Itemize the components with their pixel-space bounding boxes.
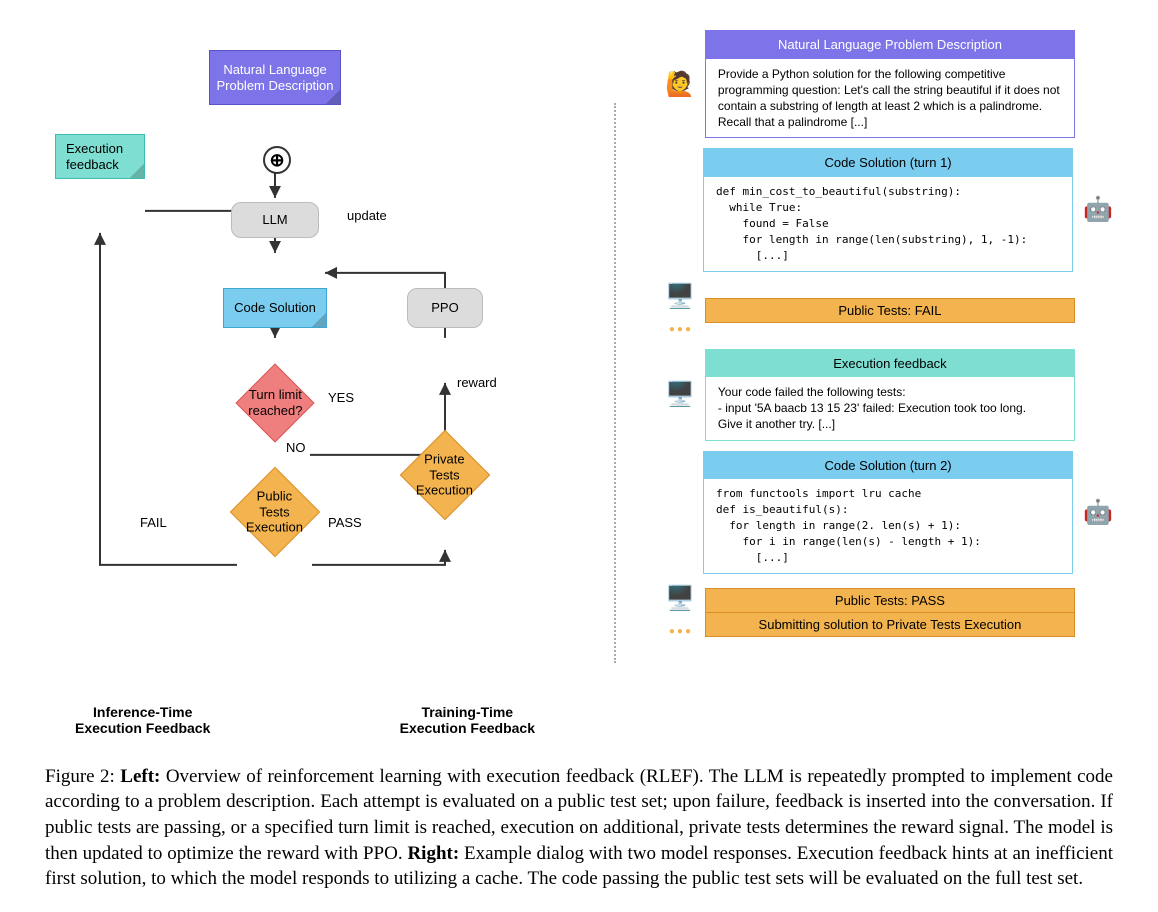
user-icon: 🙋: [665, 70, 695, 99]
caption-left-bold: Left:: [120, 766, 160, 787]
node-code-solution: Code Solution: [223, 288, 327, 328]
label-training-time: Training-Time Execution Feedback: [400, 704, 535, 736]
edge-pass: PASS: [328, 515, 362, 530]
combine-icon: ⊕: [263, 146, 291, 174]
bubble-turn2: Code Solution (turn 2) from functools im…: [703, 451, 1073, 574]
node-private-tests: Private Tests Execution: [400, 430, 491, 521]
vertical-divider: [614, 103, 616, 663]
bubble-turn1-head: Code Solution (turn 1): [704, 149, 1072, 177]
right-dialog: 🙋 Natural Language Problem Description P…: [665, 30, 1113, 736]
figure-caption: Figure 2: Left: Overview of reinforcemen…: [45, 764, 1113, 892]
monitor-icon: 🖥️●●●: [665, 282, 695, 339]
node-turn-limit: Turn limit reached?: [235, 363, 314, 442]
bubble-feedback-head: Execution feedback: [706, 350, 1074, 378]
edge-yes: YES: [328, 390, 354, 405]
edge-reward: reward: [457, 375, 497, 390]
node-ppo: PPO: [407, 288, 483, 328]
robot-icon: 🤖: [1083, 195, 1113, 224]
bubble-turn1: Code Solution (turn 1) def min_cost_to_b…: [703, 148, 1073, 271]
caption-right-bold: Right:: [407, 843, 459, 864]
monitor-icon: 🖥️●●●: [665, 584, 695, 641]
bubble-problem: Natural Language Problem Description Pro…: [705, 30, 1075, 138]
node-llm: LLM: [231, 202, 319, 238]
node-problem-description: Natural Language Problem Description: [209, 50, 341, 105]
left-diagram: Natural Language Problem Description Exe…: [45, 30, 565, 736]
bubble-turn2-head: Code Solution (turn 2): [704, 452, 1072, 480]
strip-public-pass: Public Tests: PASS: [705, 588, 1075, 613]
strip-public-fail: Public Tests: FAIL: [705, 298, 1075, 323]
edge-no: NO: [286, 440, 306, 455]
bubble-feedback: Execution feedback Your code failed the …: [705, 349, 1075, 441]
label-inference-time: Inference-Time Execution Feedback: [75, 704, 210, 736]
node-public-tests: Public Tests Execution: [230, 467, 321, 558]
robot-icon: 🤖: [1083, 498, 1113, 527]
caption-figure-label: Figure 2:: [45, 766, 115, 787]
bubble-feedback-body: Your code failed the following tests: - …: [706, 377, 1074, 440]
bubble-turn1-code: def min_cost_to_beautiful(substring): wh…: [716, 184, 1060, 264]
node-execution-feedback: Execution feedback: [55, 134, 145, 179]
strip-submitting: Submitting solution to Private Tests Exe…: [705, 613, 1075, 637]
bubble-turn2-code: from functools import lru cache def is_b…: [716, 486, 1060, 566]
edge-update: update: [347, 208, 387, 223]
bubble-problem-body: Provide a Python solution for the follow…: [706, 59, 1074, 138]
edge-fail: FAIL: [140, 515, 167, 530]
monitor-icon: 🖥️: [665, 380, 695, 409]
bubble-problem-head: Natural Language Problem Description: [706, 31, 1074, 59]
